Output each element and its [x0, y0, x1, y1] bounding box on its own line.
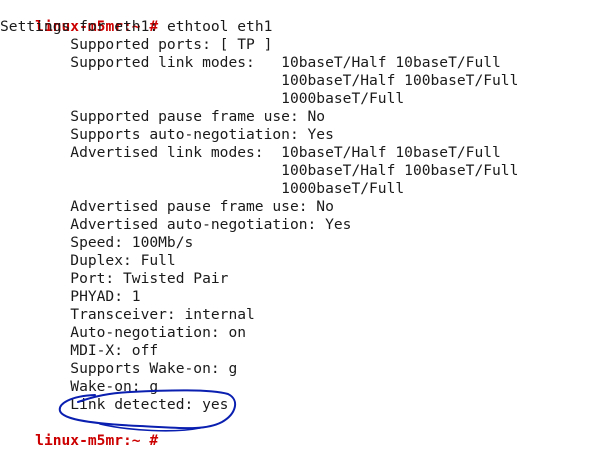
output-line: Transceiver: internal: [0, 306, 255, 323]
prompt-line-2[interactable]: linux-m5mr:~ #: [0, 414, 158, 449]
output-line: Speed: 100Mb/s: [0, 234, 194, 251]
output-line: 1000baseT/Full: [0, 180, 405, 197]
output-line: 100baseT/Half 100baseT/Full: [0, 162, 519, 179]
output-line: Advertised auto-negotiation: Yes: [0, 216, 352, 233]
command-text: ethtool eth1: [158, 18, 273, 35]
prompt-line-1: linux-m5mr:~ # ethtool eth1: [0, 0, 272, 35]
output-line: 1000baseT/Full: [0, 90, 405, 107]
output-line: 100baseT/Half 100baseT/Full: [0, 72, 519, 89]
terminal-window[interactable]: linux-m5mr:~ # ethtool eth1 Settings for…: [0, 0, 603, 456]
output-line: Advertised pause frame use: No: [0, 198, 334, 215]
output-line: Duplex: Full: [0, 252, 176, 269]
output-line: Supports Wake-on: g: [0, 360, 238, 377]
output-line: Auto-negotiation: on: [0, 324, 247, 341]
output-line: Supported pause frame use: No: [0, 108, 326, 125]
output-line: Supported link modes: 10baseT/Half 10bas…: [0, 54, 501, 71]
output-line: Advertised link modes: 10baseT/Half 10ba…: [0, 144, 501, 161]
output-line: PHYAD: 1: [0, 288, 141, 305]
output-line: Supported ports: [ TP ]: [0, 36, 273, 53]
output-line: MDI-X: off: [0, 342, 159, 359]
output-line: Link detected: yes: [0, 396, 229, 413]
output-line: Port: Twisted Pair: [0, 270, 229, 287]
output-line: Settings for eth1:: [0, 18, 159, 35]
output-line: Supports auto-negotiation: Yes: [0, 126, 334, 143]
output-line: Wake-on: g: [0, 378, 159, 395]
shell-prompt: linux-m5mr:~ #: [35, 432, 159, 449]
